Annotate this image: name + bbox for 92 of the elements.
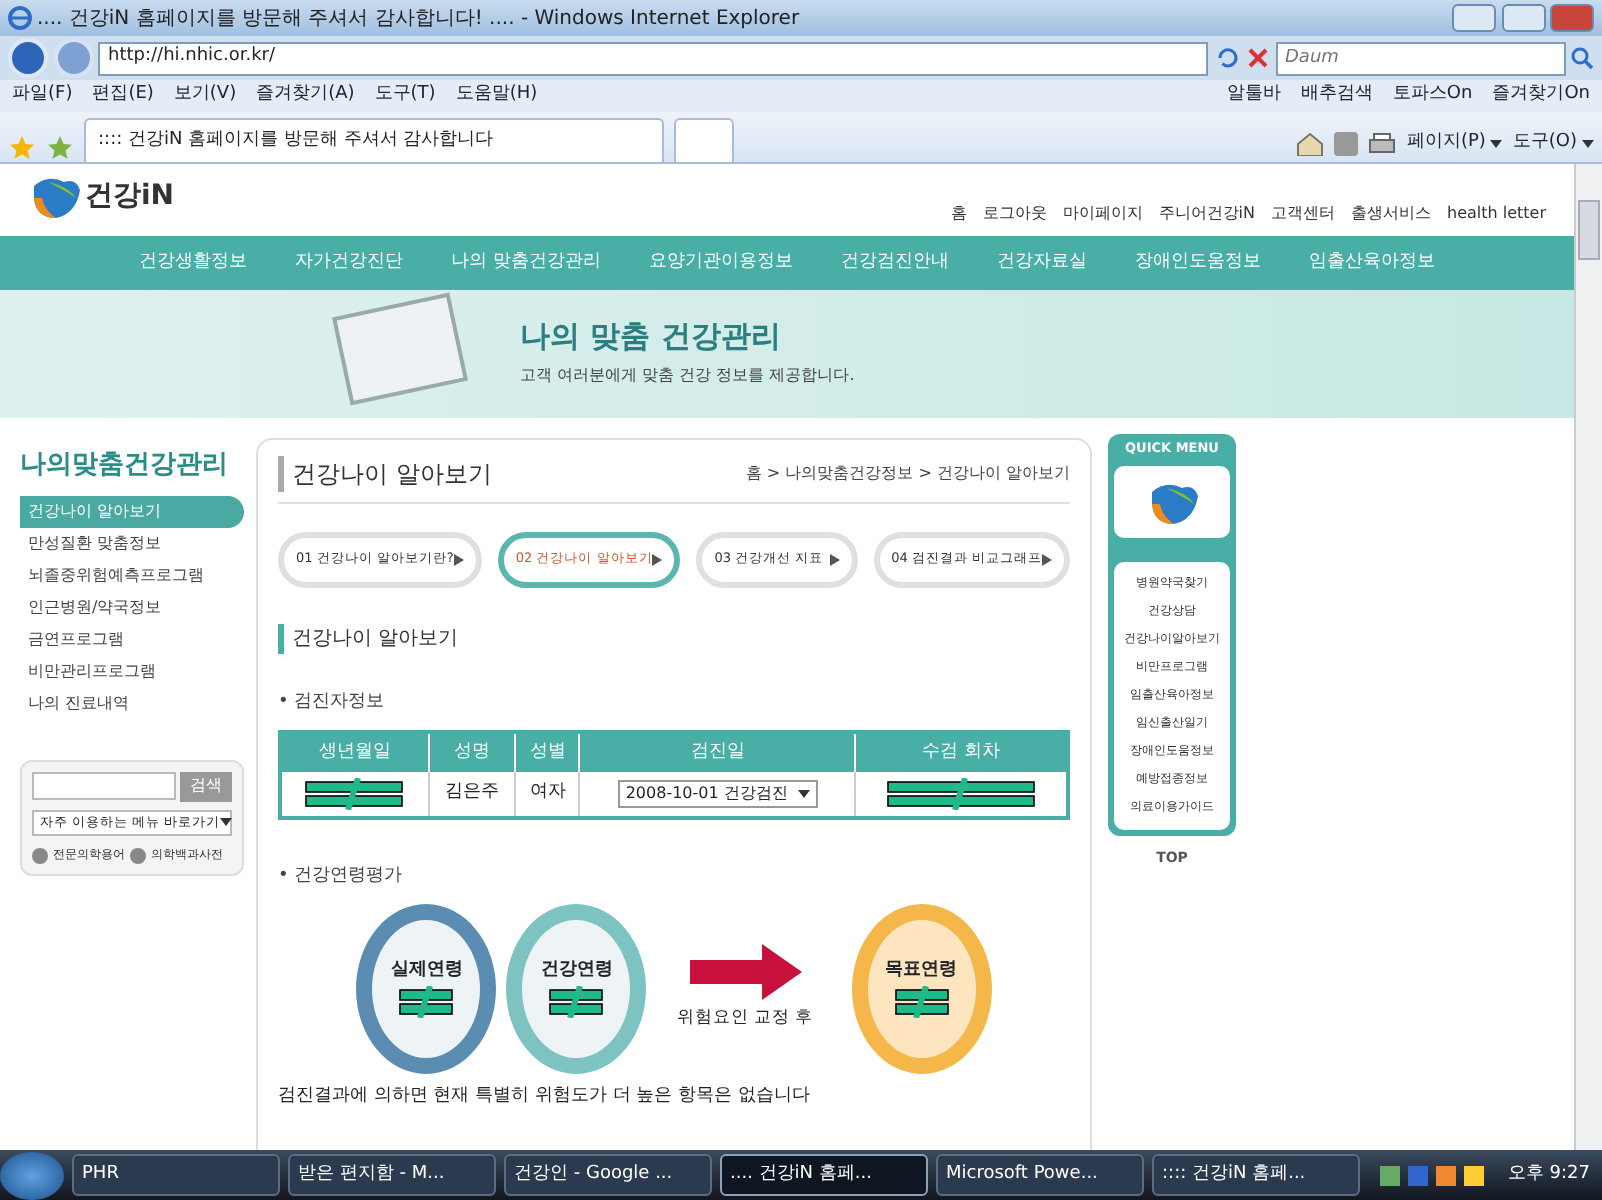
sidebar-title: 나의맞춤건강관리 xyxy=(20,448,230,484)
toolbar-link[interactable]: 알툴바 xyxy=(1226,82,1281,110)
table-cell: 김은주 xyxy=(428,772,516,818)
start-button[interactable] xyxy=(0,1151,64,1199)
taskbar-button[interactable]: .... 건강iN 홈페... xyxy=(720,1154,928,1196)
arrow-icon xyxy=(829,554,840,566)
close-icon[interactable] xyxy=(1246,46,1270,70)
toolbar-link[interactable]: 즐겨찾기On xyxy=(1492,82,1590,110)
clock: 오후 9:27 xyxy=(1507,1161,1590,1188)
sidebar-item[interactable]: 만성질환 맞춤정보 xyxy=(20,527,244,559)
caret-icon xyxy=(1490,139,1503,148)
top-link[interactable]: 출생서비스 xyxy=(1351,202,1431,226)
menu-item[interactable]: 도움말(H) xyxy=(455,82,538,110)
plus-star-icon[interactable] xyxy=(46,134,74,162)
address-field[interactable]: http://hi.nhic.or.kr/ xyxy=(98,41,1208,75)
redaction-mark-icon xyxy=(893,985,950,1018)
taskbar-button[interactable]: Microsoft Powe... xyxy=(936,1154,1144,1196)
sidebar-item[interactable]: 금연프로그램 xyxy=(20,623,244,655)
scrollbar-thumb[interactable] xyxy=(1578,200,1600,260)
search-field[interactable] xyxy=(32,771,175,799)
arrow-icon xyxy=(689,944,801,1001)
exam-date-select[interactable]: 2008-10-01 건강검진 xyxy=(617,779,818,808)
taskbar-button[interactable]: :::: 건강iN 홈페... xyxy=(1152,1154,1360,1196)
arrow-icon xyxy=(1042,554,1052,566)
menu-item[interactable]: 편집(E) xyxy=(92,82,154,110)
maximize-button[interactable] xyxy=(1501,4,1545,32)
command-menu[interactable]: 도구(O) xyxy=(1512,130,1594,157)
banner-subtitle: 고객 여러분에게 맞춤 건강 정보를 제공합니다. xyxy=(520,364,855,388)
command-menu[interactable]: 페이지(P) xyxy=(1406,130,1503,157)
subsection-heading: • 건강연령평가 xyxy=(278,864,405,890)
top-link[interactable]: health letter xyxy=(1447,202,1546,226)
menu-item[interactable]: 즐겨찾기(A) xyxy=(256,82,355,110)
redaction-mark-icon xyxy=(304,778,405,810)
circle-icon xyxy=(32,847,48,864)
table-cell: 여자 xyxy=(515,772,580,818)
browser-logo-icon xyxy=(8,6,32,30)
arrow-label: 위험요인 교정 후 xyxy=(676,1005,814,1032)
window-title: .... 건강iN 홈페이지를 방문해 주셔서 감사합니다! .... - Windows Internet Explorer xyxy=(37,5,802,33)
banner-title: 나의 맞춤 건강관리 xyxy=(520,316,783,358)
logo-icon[interactable] xyxy=(1146,479,1198,524)
toolbar-link[interactable]: 배추검색 xyxy=(1300,82,1373,110)
column-header: 성명 xyxy=(428,731,516,772)
result-note: 검진결과에 의하면 현재 특별히 위험도가 더 높은 항목은 없습니다 xyxy=(278,1083,812,1109)
caret-icon xyxy=(797,789,810,798)
menu-item[interactable]: 파일(F) xyxy=(12,82,73,110)
circle-label: 실제연령 xyxy=(390,958,463,985)
menu-item[interactable]: 도구(T) xyxy=(374,82,436,110)
sidebar-item[interactable]: 뇌졸중위험예측프로그램 xyxy=(20,559,244,591)
redaction-mark-icon xyxy=(398,985,455,1018)
top-link[interactable]: 고객센터 xyxy=(1271,202,1335,226)
refresh-icon[interactable] xyxy=(1213,44,1241,72)
redaction-mark-icon xyxy=(886,778,1037,810)
top-link[interactable]: 홈 xyxy=(950,202,967,226)
toolbar-link[interactable]: 토파스On xyxy=(1392,82,1473,110)
circle-icon xyxy=(130,847,146,864)
caret-icon xyxy=(220,818,233,827)
search-icon[interactable] xyxy=(1570,46,1594,70)
top-link[interactable]: 주니어건강iN xyxy=(1158,202,1255,226)
column-header: 생년월일 xyxy=(280,731,429,772)
subsection-heading: • 검진자정보 xyxy=(278,690,387,716)
column-header: 성별 xyxy=(515,731,580,772)
caret-icon xyxy=(1582,139,1594,148)
taskbar-button[interactable]: PHR xyxy=(72,1154,280,1196)
new-tab-button[interactable] xyxy=(674,118,734,162)
minimize-button[interactable] xyxy=(1452,4,1496,32)
printer-icon[interactable] xyxy=(1368,131,1397,156)
taskbar-button[interactable]: 건강인 - Google ... xyxy=(504,1154,712,1196)
breadcrumb: 홈 > 나의맞춤건강정보 > 건강나이 알아보기 xyxy=(745,462,1070,486)
section-title: 건강나이 알아보기 xyxy=(278,624,1070,654)
sidebar-item[interactable]: 비만관리프로그램 xyxy=(20,655,244,687)
circle-label: 목표연령 xyxy=(885,958,958,985)
star-icon[interactable] xyxy=(8,134,36,162)
top-link[interactable]: 로그아웃 xyxy=(982,202,1047,226)
column-header: 검진일 xyxy=(579,731,856,772)
column-header: 수검 회차 xyxy=(855,731,1068,772)
site-logo[interactable]: 건강iN xyxy=(85,175,175,217)
logo-icon[interactable] xyxy=(28,174,80,218)
search-field[interactable]: Daum xyxy=(1275,41,1565,75)
sidebar-item[interactable]: 인근병원/약국정보 xyxy=(20,591,244,623)
menu-item[interactable]: 보기(V) xyxy=(173,82,237,110)
top-link[interactable]: 마이페이지 xyxy=(1062,202,1143,226)
close-button[interactable] xyxy=(1550,4,1594,32)
redaction-mark-icon xyxy=(548,985,605,1018)
home-icon[interactable] xyxy=(1296,131,1325,156)
back-button[interactable] xyxy=(8,38,48,78)
browser-tab[interactable]: :::: 건강iN 홈페이지를 방문해 주셔서 감사합니다 xyxy=(84,118,664,162)
page-title: 건강나이 알아보기 xyxy=(278,456,492,492)
circle-label: 건강연령 xyxy=(540,958,613,985)
taskbar-button[interactable]: 받은 편지함 - M... xyxy=(288,1154,496,1196)
arrow-icon xyxy=(652,554,663,566)
arrow-icon xyxy=(453,554,464,566)
sidebar-item[interactable]: 나의 진료내역 xyxy=(20,687,244,719)
